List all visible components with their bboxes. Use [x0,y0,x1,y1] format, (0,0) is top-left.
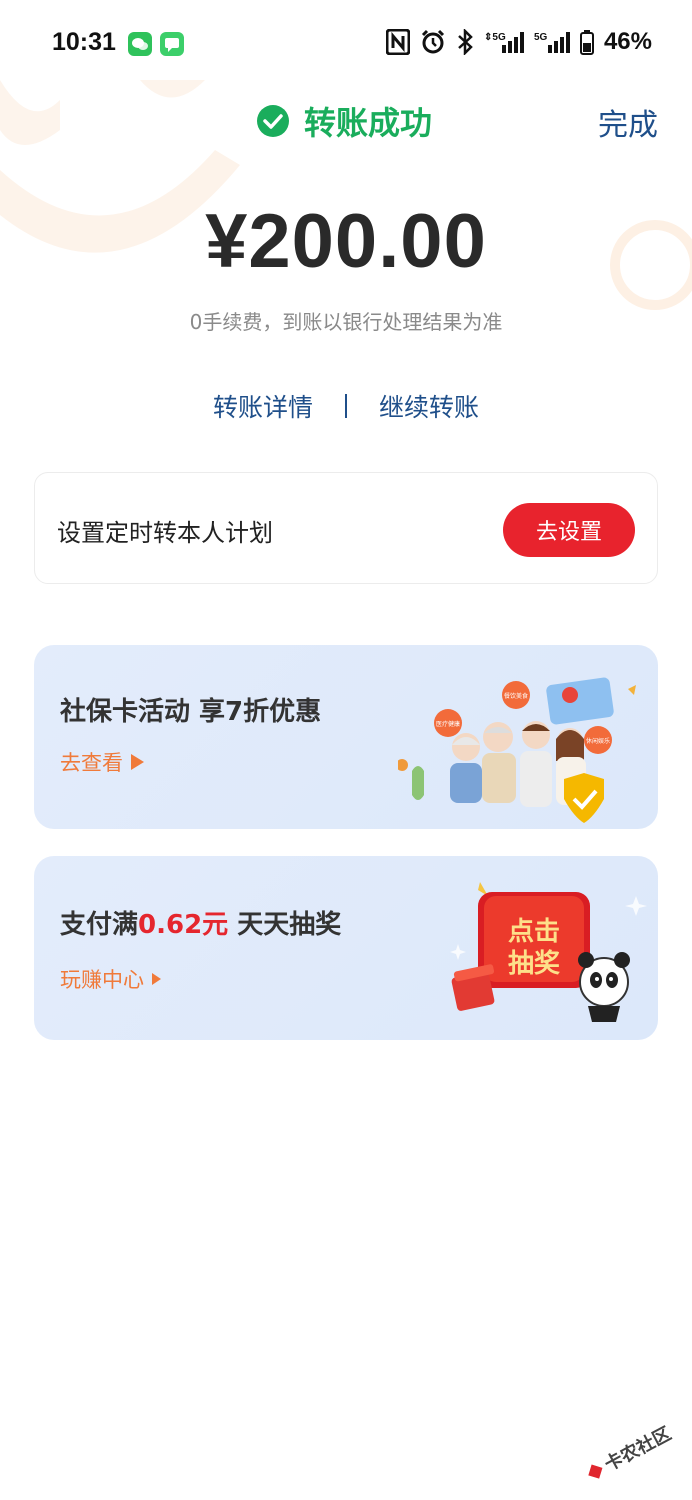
done-button[interactable]: 完成 [598,100,658,144]
setup-button[interactable]: 去设置 [503,503,635,557]
success-title: 转账成功 [304,104,433,142]
svg-text:⇕5G: ⇕5G [484,32,506,43]
check-circle-icon [257,105,289,137]
family-illustration: 餐饮美食 医疗健康 休闲娱乐 [398,677,636,823]
link-divider [345,394,347,418]
fee-note: 0手续费，到账以银行处理结果为准 [189,310,503,334]
view-link-label: 去查看 [60,751,123,775]
watermark-logo: 卡农社区 [588,1424,675,1479]
transfer-detail-link[interactable]: 转账详情 [213,388,313,424]
nfc-icon [385,29,410,55]
triangle-right-icon [131,754,144,770]
lottery-illustration: 点击 抽奖 [450,882,647,1022]
watermark-text: 卡农社区 [601,1424,675,1476]
social-security-promo-card[interactable]: 社保卡活动 享7折优惠 去查看 餐饮美食 医疗健康 休闲娱乐 [34,645,658,829]
bluetooth-icon [458,29,473,55]
status-icons: ⇕5G 5G 46% [385,28,652,56]
success-header: 转账成功 [256,98,432,144]
title-suffix: 天天抽奖 [228,910,342,940]
bubble-text-dining: 餐饮美食 [504,692,528,700]
promo-title: 支付满0.62元 天天抽奖 [60,904,341,941]
earn-center-link[interactable]: 玩赚中心 [60,964,161,994]
wechat-icon [128,32,152,56]
badge-line1: 点击 [508,916,560,947]
title-prefix: 支付满 [60,910,139,940]
view-link[interactable]: 去查看 [60,747,144,777]
lottery-promo-card[interactable]: 支付满0.62元 天天抽奖 玩赚中心 点击 抽奖 [34,856,658,1040]
transfer-amount: ¥200.00 [205,199,487,284]
battery-percent: 46% [603,28,652,55]
badge-line2: 抽奖 [508,948,561,979]
signal-5g-icon: ⇕5G [484,32,524,53]
schedule-transfer-card: 设置定时转本人计划 去设置 [34,472,658,584]
message-icon [160,32,184,56]
triangle-right-icon [152,973,161,985]
status-time: 10:31 [52,28,116,56]
title-amount: 0.62元 [138,910,229,940]
status-bar: 10:31 ⇕5G 5G 46% [0,0,692,88]
action-links: 转账详情 继续转账 [0,388,692,424]
bubble-text-leisure: 休闲娱乐 [586,737,610,745]
bubble-text-medical: 医疗健康 [436,720,460,728]
battery-icon [579,30,594,55]
schedule-label: 设置定时转本人计划 [57,519,273,547]
svg-text:5G: 5G [534,32,548,43]
alarm-icon [421,29,445,54]
earn-center-label: 玩赚中心 [60,968,144,992]
promo-title: 社保卡活动 享7折优惠 [60,697,322,727]
signal-5g-icon: 5G [534,32,570,53]
continue-transfer-link[interactable]: 继续转账 [379,388,479,424]
